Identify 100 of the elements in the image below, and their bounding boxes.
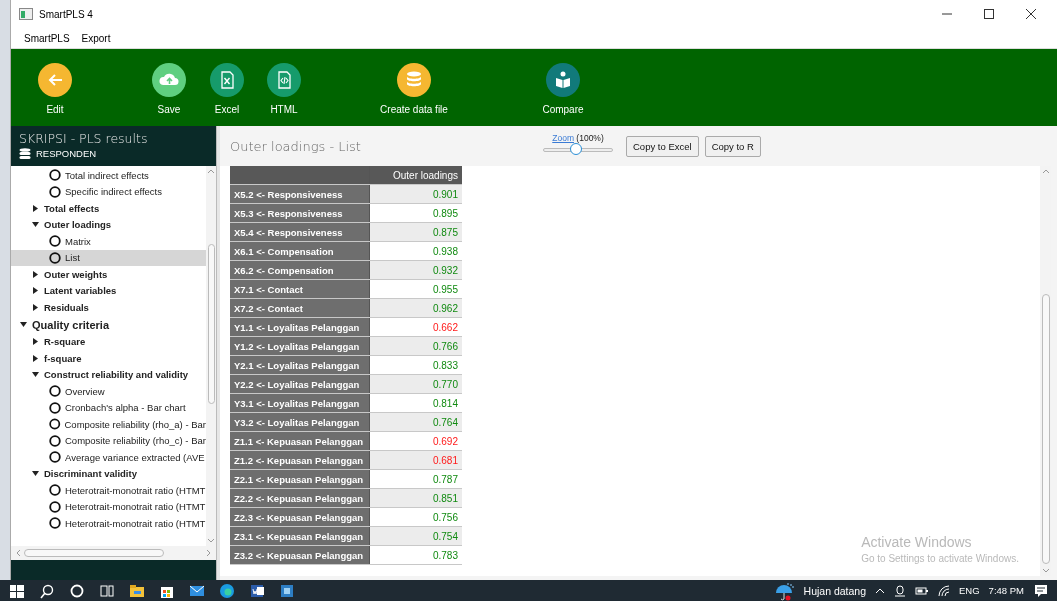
row-header: Z2.1 <- Kepuasan Pelanggan <box>230 470 370 488</box>
expanded-arrow-icon[interactable] <box>31 469 40 479</box>
tree-item[interactable]: Overview <box>11 383 206 400</box>
table-cell: 0.962 <box>370 299 462 317</box>
row-header: X5.3 <- Responsiveness <box>230 204 370 222</box>
table-cell: 0.932 <box>370 261 462 279</box>
spreadsheet-file-icon <box>210 63 244 97</box>
scroll-down-icon[interactable] <box>207 538 215 544</box>
menu-item[interactable]: Export <box>81 31 111 45</box>
row-header: Y3.2 <- Loyalitas Pelanggan <box>230 413 370 431</box>
radio-circle-icon <box>49 251 61 264</box>
tree-item[interactable]: Outer loadings <box>11 216 206 233</box>
scroll-thumb[interactable] <box>24 549 164 557</box>
row-header: Z2.2 <- Kepuasan Pelanggan <box>230 489 370 507</box>
expanded-arrow-icon[interactable] <box>31 370 40 380</box>
table-cell: 0.764 <box>370 413 462 431</box>
toolbar-button[interactable]: HTML <box>254 63 314 115</box>
language-indicator[interactable]: ENG <box>959 585 980 596</box>
row-header: Z1.2 <- Kepuasan Pelanggan <box>230 451 370 469</box>
watermark-title: Activate Windows <box>861 534 973 550</box>
browser-icon[interactable] <box>218 581 236 600</box>
tree-item[interactable]: Outer weights <box>11 266 206 283</box>
tree-item[interactable]: Heterotrait-monotrait ratio (HTMT <box>11 498 206 515</box>
tree-item[interactable]: Heterotrait-monotrait ratio (HTMT <box>11 482 206 499</box>
column-header: Outer loadings <box>370 166 462 184</box>
radio-circle-icon <box>49 401 61 414</box>
tree-item[interactable]: Matrix <box>11 233 206 250</box>
copy-button[interactable]: Copy to Excel <box>626 135 699 157</box>
chevron-up-icon[interactable] <box>875 586 885 595</box>
toolbar-button[interactable]: Excel <box>197 63 257 115</box>
tree-item[interactable]: Quality criteria <box>11 315 206 334</box>
tree-item[interactable]: Residuals <box>11 299 206 316</box>
scroll-right-icon[interactable] <box>206 549 212 557</box>
weather-text[interactable]: Hujan datang <box>803 584 866 597</box>
row-header: X7.1 <- Contact <box>230 280 370 298</box>
row-header: Z3.1 <- Kepuasan Pelanggan <box>230 527 370 545</box>
zoom-label: Zoom (100%) <box>552 133 604 143</box>
scroll-up-icon[interactable] <box>1041 168 1050 174</box>
table-cell: 0.851 <box>370 489 462 507</box>
row-header: Z2.3 <- Kepuasan Pelanggan <box>230 508 370 526</box>
meet-icon[interactable] <box>894 583 906 598</box>
maximize-icon[interactable] <box>983 8 995 20</box>
row-header: X7.2 <- Contact <box>230 299 370 317</box>
tree-item[interactable]: Discriminant validity <box>11 465 206 482</box>
toolbar-button[interactable]: Create data file <box>369 63 459 115</box>
radio-circle-icon <box>49 451 61 464</box>
tree-item[interactable]: Total indirect effects <box>11 167 206 184</box>
slider-thumb[interactable] <box>569 143 582 155</box>
book-reader-icon <box>546 63 580 97</box>
toolbar-button[interactable]: Compare <box>533 63 593 115</box>
radio-circle-icon <box>49 185 61 198</box>
tree-item[interactable]: Specific indirect effects <box>11 183 206 200</box>
tree-item[interactable]: Heterotrait-monotrait ratio (HTMT <box>11 515 206 532</box>
battery-icon[interactable] <box>915 585 929 596</box>
radio-circle-icon <box>49 235 61 248</box>
toolbar-button[interactable]: Edit <box>25 63 85 115</box>
scroll-thumb[interactable] <box>1041 294 1050 564</box>
tree-item[interactable]: f-square <box>11 350 206 367</box>
tree-item[interactable]: Latent variables <box>11 282 206 299</box>
tree-item[interactable]: Cronbach's alpha - Bar chart <box>11 399 206 416</box>
code-file-icon <box>267 63 301 97</box>
radio-circle-icon <box>49 434 61 447</box>
tree-item[interactable]: Average variance extracted (AVE <box>11 449 206 466</box>
view-title: Outer loadings - List <box>230 138 362 154</box>
notification-icon[interactable] <box>1033 582 1049 599</box>
copy-button[interactable]: Copy to R <box>704 135 761 157</box>
scrollbar[interactable] <box>11 546 216 560</box>
radio-circle-icon <box>49 418 61 431</box>
tree-item[interactable]: Composite reliability (rho_c) - Bar <box>11 432 206 449</box>
row-header: Y2.2 <- Loyalitas Pelanggan <box>230 375 370 393</box>
row-header: Y3.1 <- Loyalitas Pelanggan <box>230 394 370 412</box>
tree-item[interactable]: R-square <box>11 333 206 350</box>
app-icon <box>19 8 33 20</box>
radio-circle-icon <box>49 385 61 398</box>
scroll-up-icon[interactable] <box>207 168 215 174</box>
close-icon[interactable] <box>1025 8 1037 20</box>
tree-item[interactable]: Total effects <box>11 200 206 217</box>
window-title: SmartPLS 4 <box>39 8 94 20</box>
row-header: Y1.1 <- Loyalitas Pelanggan <box>230 318 370 336</box>
expanded-arrow-icon[interactable] <box>31 220 40 230</box>
wifi-icon[interactable] <box>938 584 950 597</box>
table-cell: 0.875 <box>370 223 462 241</box>
toolbar-button[interactable]: Save <box>139 63 199 115</box>
scroll-left-icon[interactable] <box>15 549 21 557</box>
tree-item[interactable]: List <box>11 249 206 266</box>
table-cell: 0.766 <box>370 337 462 355</box>
tree-item[interactable]: Composite reliability (rho_a) - Bar <box>11 416 206 433</box>
row-header: Z3.2 <- Kepuasan Pelanggan <box>230 546 370 564</box>
collapsed-arrow-icon[interactable] <box>31 203 40 213</box>
tree-item[interactable]: Construct reliability and validity <box>11 366 206 383</box>
dataset-name: RESPONDEN <box>36 148 97 159</box>
scrollbar[interactable] <box>206 166 216 546</box>
scroll-down-icon[interactable] <box>1041 568 1050 574</box>
row-header: X6.1 <- Compensation <box>230 242 370 260</box>
scroll-thumb[interactable] <box>207 244 215 404</box>
row-header: X6.2 <- Compensation <box>230 261 370 279</box>
clock-time[interactable]: 7:48 PM <box>988 585 1024 596</box>
database-icon <box>397 63 431 97</box>
expanded-arrow-icon[interactable] <box>19 320 28 329</box>
menu-item[interactable]: SmartPLS <box>24 31 70 45</box>
